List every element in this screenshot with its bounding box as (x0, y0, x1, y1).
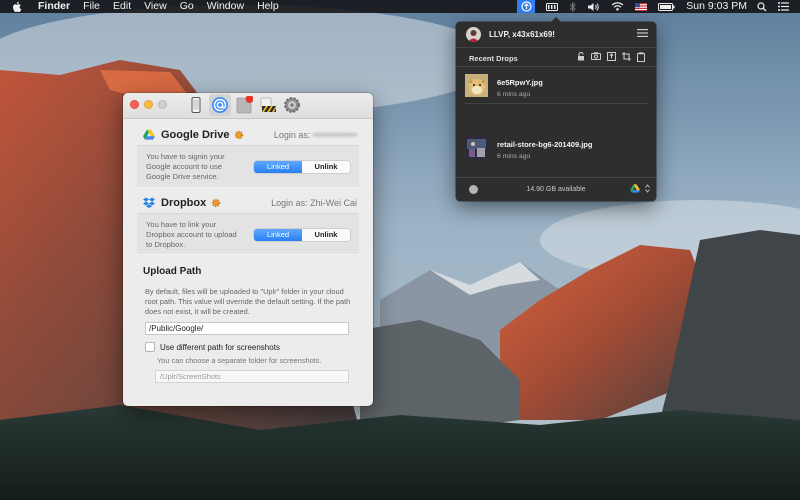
menu-app-name[interactable]: Finder (38, 0, 70, 13)
camera-icon[interactable] (591, 52, 601, 62)
dropbox-logo-icon (143, 197, 155, 209)
list-item[interactable]: 6e5RpwY.jpg 6 mins ago (456, 70, 656, 102)
sun-badge-icon (211, 198, 221, 208)
avatar[interactable] (466, 27, 481, 42)
divider (465, 103, 647, 104)
google-drive-panel: You have to signin your Google account t… (137, 145, 359, 188)
dropbox-login-info: Login as: Zhi-Wei Cai (271, 198, 357, 208)
dropbox-title: Dropbox (161, 197, 207, 209)
hamburger-menu-icon[interactable] (637, 29, 648, 37)
desktop-wallpaper (0, 0, 800, 500)
dropbox-description: You have to link your Dropbox account to… (146, 220, 237, 249)
dropbox-login-account: Zhi-Wei Cai (310, 198, 357, 208)
drop-thumbnail-store (465, 136, 488, 159)
google-login-account: •••••••••••••• (312, 130, 357, 140)
dropdown-toolbar (571, 52, 645, 62)
google-login-label: Login as: (273, 130, 311, 140)
window-controls (130, 100, 172, 109)
drop-thumbnail-doge (465, 74, 488, 97)
menu-bar: Finder File Edit View Go Window Help Sun… (0, 0, 800, 13)
menu-go[interactable]: Go (180, 0, 194, 13)
dropbox-login-label: Login as: (271, 198, 308, 208)
status-area: Sun 9:03 PM (517, 0, 800, 13)
drop-file-name: 6e5RpwY.jpg (497, 78, 543, 87)
clipboard-icon[interactable] (637, 52, 645, 62)
us-flag-icon[interactable] (635, 0, 648, 13)
zoom-window-button[interactable] (158, 100, 167, 109)
list-item[interactable]: retail-store-bg6-201409.jpg 6 mins ago (456, 132, 656, 164)
screenshot-path-option[interactable]: Use different path for screenshots (145, 342, 280, 352)
volume-icon[interactable] (587, 0, 600, 13)
sun-badge-icon (234, 130, 244, 140)
upload-path-title: Upload Path (143, 266, 202, 277)
dropdown-footer: 14.90 GB available (456, 178, 656, 201)
notification-center-icon[interactable] (778, 0, 789, 13)
upload-path-input[interactable]: /Public/Google/ (145, 322, 349, 335)
crop-icon[interactable] (622, 52, 631, 62)
menu-view[interactable]: View (144, 0, 167, 13)
wifi-icon[interactable] (611, 0, 624, 13)
apple-menu-icon[interactable] (12, 1, 26, 13)
drop-file-time: 6 mins ago (497, 153, 531, 160)
spotlight-search-icon[interactable] (757, 0, 767, 13)
dropdown-header: LLVP, x43x61x69! (456, 22, 656, 47)
upload-path-description: By default, files will be uploaded to "U… (145, 287, 351, 316)
dropbox-header: Dropbox (143, 197, 221, 209)
notes-icon[interactable] (233, 94, 255, 116)
gear-icon[interactable] (281, 94, 303, 116)
google-unlink-button[interactable]: Unlink (302, 161, 350, 173)
dropbox-unlink-button[interactable]: Unlink (302, 229, 350, 241)
lock-icon[interactable] (577, 52, 585, 62)
google-drive-title: Google Drive (161, 129, 230, 141)
caution-icon[interactable] (257, 94, 279, 116)
divider (456, 47, 656, 48)
menu-help[interactable]: Help (257, 0, 279, 13)
uplr-icon[interactable] (517, 0, 536, 13)
bluetooth-icon[interactable] (569, 0, 577, 13)
google-login-info: Login as: •••••••••••••• (274, 130, 357, 140)
uplr-dropdown: LLVP, x43x61x69! Recent Drops 6e5RpwY.jp… (456, 17, 656, 201)
dropbox-panel: You have to link your Dropbox account to… (137, 213, 359, 255)
battery-icon[interactable] (658, 0, 675, 13)
menu-window[interactable]: Window (207, 0, 244, 13)
google-linked-button[interactable]: Linked (254, 161, 302, 173)
iphone-icon[interactable] (185, 94, 207, 116)
close-window-button[interactable] (130, 100, 139, 109)
service-switcher-icon[interactable] (645, 184, 650, 193)
user-name: LLVP, x43x61x69! (489, 30, 555, 39)
menu-file[interactable]: File (83, 0, 100, 13)
menu-edit[interactable]: Edit (113, 0, 131, 13)
google-drive-service-icon[interactable] (630, 184, 640, 193)
screenshot-path-checkbox[interactable] (145, 342, 155, 352)
menubar-clock[interactable]: Sun 9:03 PM (686, 0, 747, 13)
google-drive-logo-icon (143, 129, 155, 141)
minimize-window-button[interactable] (144, 100, 153, 109)
memory-icon[interactable] (546, 0, 559, 13)
google-drive-description: You have to signin your Google account t… (146, 152, 225, 181)
prefs-toolbar (185, 94, 305, 116)
drop-file-name: retail-store-bg6-201409.jpg (497, 140, 593, 149)
recent-drops-label: Recent Drops (469, 54, 518, 63)
divider (456, 66, 656, 67)
storage-available: 14.90 GB available (526, 186, 586, 193)
screenshot-path-hint: You can choose a separate folder for scr… (157, 356, 322, 365)
google-drive-header: Google Drive (143, 129, 244, 141)
dropbox-linked-button[interactable]: Linked (254, 229, 302, 241)
at-sign-icon[interactable] (209, 94, 231, 116)
google-link-toggle: Linked Unlink (254, 161, 350, 173)
dropbox-link-toggle: Linked Unlink (254, 229, 350, 241)
screenshot-path-input[interactable]: /Uplr/ScreenShots (155, 370, 349, 383)
drop-file-time: 6 mins ago (497, 91, 531, 98)
preferences-window: Google Drive Login as: •••••••••••••• Yo… (123, 93, 373, 406)
upload-icon[interactable] (607, 52, 616, 62)
window-titlebar (123, 93, 373, 119)
screenshot-path-label[interactable]: Use different path for screenshots (160, 343, 280, 352)
